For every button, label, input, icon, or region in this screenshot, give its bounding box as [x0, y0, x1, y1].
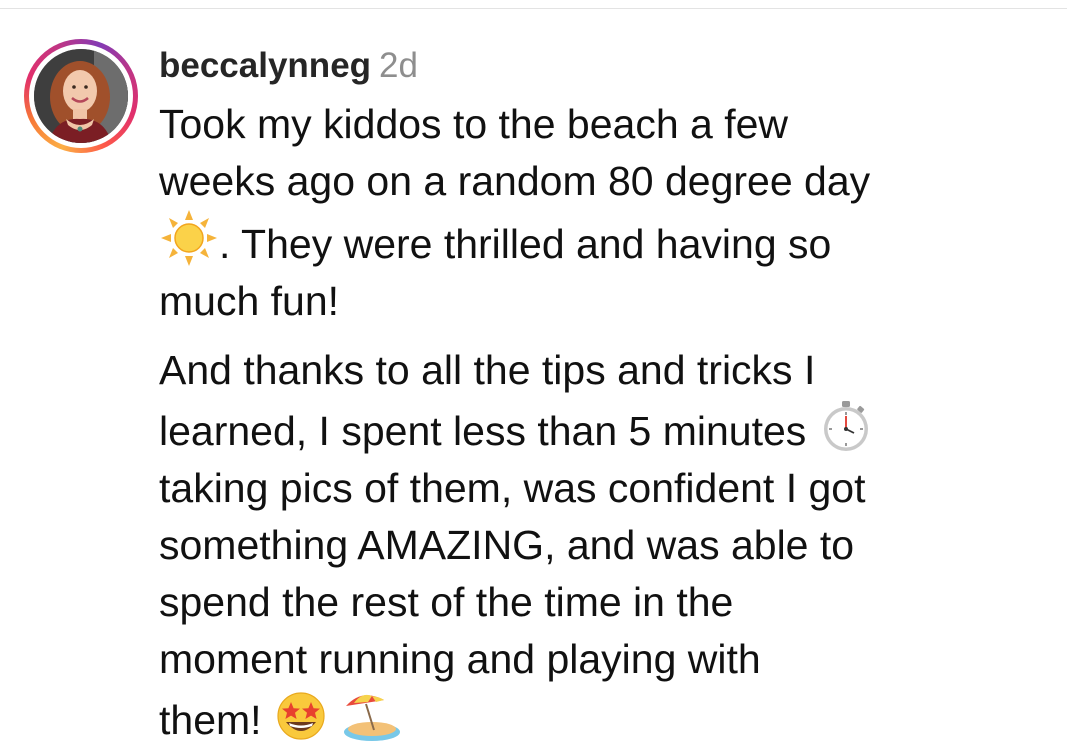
comment-line: . They were thrilled and having so: [159, 210, 1039, 273]
star-struck-icon: [273, 690, 329, 742]
comment-line: much fun!: [159, 278, 340, 324]
top-divider: [0, 8, 1067, 9]
comment-line: taking pics of them, was confident I got: [159, 465, 866, 511]
comment-line-text: . They were thrilled and having so: [219, 221, 832, 267]
comment-header: beccalynneg 2d: [159, 36, 1039, 96]
username[interactable]: beccalynneg: [159, 46, 371, 85]
comment-line: learned, I spent less than 5 minutes: [159, 399, 1039, 460]
avatar-portrait-icon: [34, 49, 128, 143]
comment-line: And thanks to all the tips and tricks I: [159, 347, 816, 393]
stopwatch-icon: [818, 399, 874, 453]
comment-line: them!: [159, 688, 1039, 749]
comment-body: beccalynneg 2d Took my kiddos to the beac…: [159, 36, 1039, 749]
comment-paragraph-1: Took my kiddos to the beach a few weeks …: [159, 96, 1039, 330]
comment-paragraph-2: And thanks to all the tips and tricks I …: [159, 342, 1039, 749]
comment-line-text: them!: [159, 697, 262, 743]
comment-line: Took my kiddos to the beach a few: [159, 101, 789, 147]
beach-umbrella-icon: [340, 688, 402, 742]
comment-line: something AMAZING, and was able to: [159, 522, 855, 568]
avatar[interactable]: [24, 39, 138, 153]
sun-icon: [159, 210, 219, 266]
comment-line-text: learned, I spent less than 5 minutes: [159, 408, 807, 454]
comment-line: moment running and playing with: [159, 636, 761, 682]
avatar-photo: [34, 49, 128, 143]
comment-line: weeks ago on a random 80 degree day: [159, 158, 871, 204]
avatar-inner-border: [29, 44, 133, 148]
timestamp[interactable]: 2d: [379, 46, 418, 85]
comment-line: spend the rest of the time in the: [159, 579, 734, 625]
